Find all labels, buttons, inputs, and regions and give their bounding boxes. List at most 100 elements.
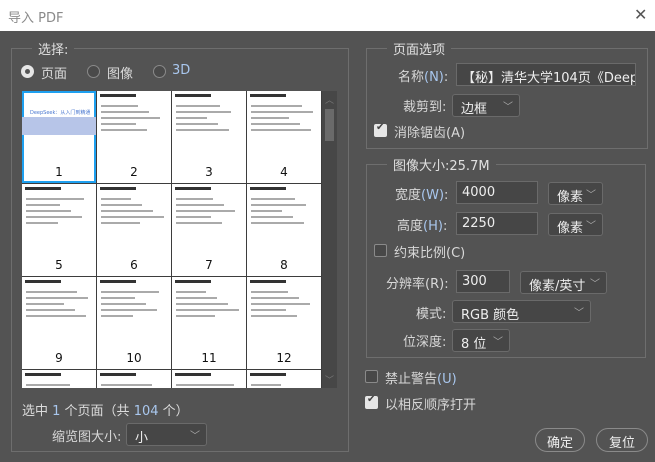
antialias-checkbox[interactable] [374, 122, 387, 137]
thumbnail-line [251, 210, 282, 212]
page-thumbnail[interactable]: 13 [22, 370, 96, 388]
width-unit-select[interactable]: 像素 ﹀ [548, 182, 603, 205]
thumbnail-line [26, 216, 82, 218]
chevron-down-icon: ﹀ [503, 102, 513, 113]
page-thumbnail[interactable]: 14 [97, 370, 171, 388]
suppress-warnings-checkbox[interactable] [365, 370, 378, 383]
thumbnail-line [176, 309, 239, 311]
page-number: 8 [280, 258, 288, 272]
ok-button[interactable]: 确定 [535, 428, 585, 452]
page-thumbnail[interactable]: 16 [247, 370, 321, 388]
thumbnail-line [101, 303, 146, 305]
depth-label: 位深度: [403, 335, 447, 350]
page-thumbnail[interactable]: 7 [172, 184, 246, 276]
thumbnail-title [250, 94, 286, 97]
thumbnail-line [101, 222, 140, 224]
scroll-down-icon[interactable]: ﹀ [325, 373, 334, 386]
thumbnail-line [176, 297, 217, 299]
selection-status: 选中 1 个页面（共 104 个） [22, 404, 189, 419]
scroll-up-icon[interactable]: ︿ [325, 93, 334, 106]
page-thumbnail[interactable]: 12 [247, 277, 321, 369]
constrain-label: 约束比例(C) [394, 246, 466, 261]
thumbnail-line [251, 384, 281, 386]
name-field[interactable]: 【秘】清华大学104页《DeepSeek [456, 63, 636, 86]
radio-image-label: 图像 [107, 67, 134, 82]
resolution-unit-select[interactable]: 像素/英寸 ﹀ [520, 271, 607, 294]
page-thumbnail[interactable]: DeepSeek：从入门到精通 1 [22, 91, 96, 183]
page-thumbnail[interactable]: 9 [22, 277, 96, 369]
thumbnail-line [26, 297, 88, 299]
page-number: 10 [126, 351, 142, 365]
thumbnail-title [250, 280, 286, 283]
mode-label: 模式: [416, 307, 447, 322]
thumbnail-line [251, 216, 293, 218]
height-unit-select[interactable]: 像素 ﹀ [548, 213, 603, 236]
page-thumbnail[interactable]: 3 [172, 91, 246, 183]
height-field[interactable]: 2250 [456, 212, 538, 235]
thumbnail-line [26, 204, 60, 206]
page-options-legend: 页面选项 [387, 39, 452, 58]
crop-label: 裁剪到: [403, 100, 447, 115]
radio-3d-label: 3D [172, 63, 191, 78]
thumbnail-line [101, 117, 160, 119]
radio-page-label: 页面 [41, 67, 68, 82]
window-title: 导入 PDF [8, 11, 64, 26]
thumbnail-band [22, 117, 96, 135]
thumbnail-line [101, 111, 149, 113]
thumbnail-line [251, 117, 289, 119]
page-thumbnail[interactable]: 6 [97, 184, 171, 276]
chevron-down-icon: ﹀ [586, 221, 596, 232]
page-number: 11 [201, 351, 217, 365]
thumbnail-line [101, 291, 159, 293]
thumbnail-line [176, 111, 231, 113]
thumbnail-scrollbar[interactable]: ︿ ﹀ [322, 91, 337, 388]
page-thumbnail[interactable]: 4 [247, 91, 321, 183]
width-field[interactable]: 4000 [456, 181, 538, 204]
thumb-size-select[interactable]: 小 ﹀ [126, 423, 207, 446]
page-thumbnail[interactable]: 10 [97, 277, 171, 369]
resolution-field[interactable]: 300 [456, 270, 510, 293]
scroll-thumb[interactable] [325, 109, 334, 141]
name-label: 名称(N): [398, 70, 449, 85]
thumbnail-line [176, 198, 213, 200]
thumbnail-line [101, 384, 152, 386]
thumbnail-line [176, 222, 222, 224]
thumbnail-line [176, 117, 207, 119]
page-thumbnail[interactable]: 2 [97, 91, 171, 183]
radio-image[interactable] [87, 65, 100, 78]
thumbnail-line [101, 210, 153, 212]
thumbnail-line [251, 123, 300, 125]
close-icon[interactable]: ✕ [634, 5, 647, 24]
page-thumbnail[interactable]: 8 [247, 184, 321, 276]
page-thumbnail[interactable]: 15 [172, 370, 246, 388]
thumbnail-line [26, 384, 70, 386]
thumbnail-line [26, 222, 58, 224]
crop-select[interactable]: 边框 ﹀ [452, 94, 520, 117]
radio-3d[interactable] [153, 65, 166, 78]
thumbnail-line [176, 303, 228, 305]
thumbnail-grid[interactable]: DeepSeek：从入门到精通1 2 3 4 5 6 7 8 9 10 11 12 13141516 [22, 91, 322, 388]
radio-page[interactable] [21, 65, 34, 78]
mode-select[interactable]: RGB 颜色 ﹀ [452, 300, 591, 323]
depth-select[interactable]: 8 位 ﹀ [452, 329, 510, 352]
resolution-label: 分辨率(R): [386, 277, 449, 292]
width-label: 宽度(W): [395, 188, 449, 203]
thumbnail-line [101, 315, 133, 317]
thumbnail-title [175, 187, 211, 190]
thumbnail-title [100, 373, 136, 376]
thumbnail-line [251, 297, 299, 299]
thumbnail-line [101, 105, 138, 107]
page-number: 6 [130, 258, 138, 272]
thumbnail-line [176, 315, 215, 317]
reset-button[interactable]: 复位 [596, 428, 648, 452]
page-number: 2 [130, 165, 138, 179]
reverse-order-checkbox[interactable] [365, 394, 378, 409]
page-number: 7 [205, 258, 213, 272]
page-number: 4 [280, 165, 288, 179]
page-thumbnail[interactable]: 5 [22, 184, 96, 276]
select-legend: 选择: [32, 39, 75, 58]
constrain-checkbox[interactable] [374, 244, 387, 257]
thumbnail-line [26, 303, 64, 305]
chevron-down-icon: ﹀ [493, 337, 503, 348]
page-thumbnail[interactable]: 11 [172, 277, 246, 369]
